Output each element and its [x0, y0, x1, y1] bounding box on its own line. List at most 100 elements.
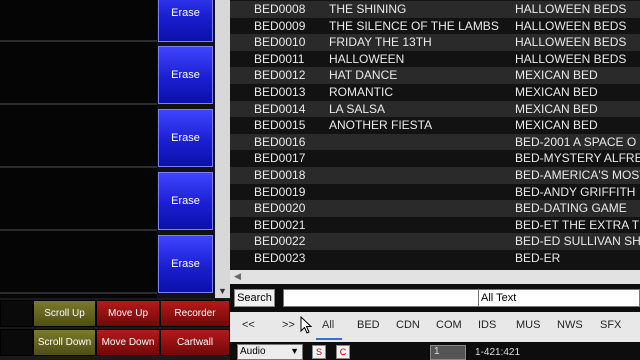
blank-slot — [0, 329, 33, 356]
cart-category: BED-ER — [515, 251, 561, 265]
erase-button-4[interactable]: Erase — [158, 172, 213, 230]
search-button[interactable]: Search — [234, 289, 275, 307]
cart-id: BED0008 — [254, 2, 306, 16]
cart-title: HAT DANCE — [329, 68, 398, 83]
cart-id: BED0012 — [254, 68, 306, 83]
cart-category: BED-ANDY GRIFFITH — [515, 184, 636, 199]
search-input[interactable] — [283, 289, 481, 307]
tab-mus[interactable]: MUS — [516, 319, 540, 331]
library-list: BED0008 THE SHINING HALLOWEEN BEDS BED0009 T… — [230, 0, 640, 270]
tab-nws[interactable]: NWS — [557, 319, 583, 331]
library-row[interactable]: BED0017 BED-MYSTERY ALFRE — [230, 150, 640, 167]
cart-id: BED0023 — [254, 251, 306, 265]
tab-bed[interactable]: BED — [357, 319, 380, 331]
cart-id: BED0014 — [254, 101, 306, 116]
library-row[interactable]: BED0019 BED-ANDY GRIFFITH — [230, 184, 640, 201]
record-range: 1-421:421 — [475, 347, 521, 358]
erase-button-5[interactable]: Erase — [158, 235, 213, 293]
scroll-left-arrow-icon[interactable]: ◀ — [234, 271, 241, 282]
cart-category: BED-ET THE EXTRA T — [515, 217, 640, 232]
cart-id: BED0010 — [254, 35, 306, 50]
cart-title: FRIDAY THE 13TH — [329, 35, 432, 50]
slot-divider — [0, 166, 157, 168]
library-row[interactable]: BED0023 BED-ER — [230, 250, 640, 267]
tab-sfx[interactable]: SFX — [600, 319, 621, 331]
scroll-down-arrow-icon[interactable]: ▼ — [218, 286, 227, 296]
media-type-select[interactable]: Audio ▼ — [237, 344, 303, 360]
library-row[interactable]: BED0015 ANOTHER FIESTA MEXICAN BED — [230, 117, 640, 134]
library-row[interactable]: BED0016 BED-2001 A SPACE O — [230, 133, 640, 151]
cart-title: LA SALSA — [329, 101, 386, 116]
tab-cdn[interactable]: CDN — [396, 319, 420, 331]
search-scope-select[interactable]: All Text — [478, 289, 640, 307]
library-row[interactable]: BED0009 THE SILENCE OF THE LAMBS HALLOWEEN… — [230, 18, 640, 35]
library-row[interactable]: BED0018 BED-AMERICA'S MOST — [230, 167, 640, 184]
erase-button-3[interactable]: Erase — [158, 109, 213, 167]
cart-title: HALLOWEEN — [329, 51, 405, 66]
tab-all[interactable]: All — [322, 319, 334, 331]
library-row[interactable]: BED0013 ROMANTIC MEXICAN BED — [230, 84, 640, 101]
cart-category: MEXICAN BED — [515, 68, 598, 83]
search-bar: Search in All Text — [230, 284, 640, 312]
cart-title: ROMANTIC — [329, 85, 393, 99]
cart-title: THE SHINING — [329, 2, 407, 16]
cart-control-area: Scroll Up Move Up Recorder Scroll Down M… — [0, 298, 230, 360]
slot-divider — [0, 40, 157, 42]
category-tabs: << >> All BED CDN COM IDS MUS NWS SFX — [230, 312, 640, 342]
tab-com[interactable]: COM — [436, 319, 462, 331]
library-row[interactable]: BED0011 HALLOWEEN HALLOWEEN BEDS — [230, 51, 640, 68]
recorder-button[interactable]: Recorder — [160, 300, 230, 327]
move-up-button[interactable]: Move Up — [96, 300, 160, 327]
cart-id: BED0019 — [254, 184, 306, 199]
cart-category: HALLOWEEN BEDS — [515, 2, 627, 16]
cart-category: HALLOWEEN BEDS — [515, 35, 627, 50]
vertical-scrollbar[interactable] — [215, 0, 230, 298]
cart-id: BED0021 — [254, 217, 306, 232]
cart-id: BED0022 — [254, 234, 306, 249]
cart-id: BED0015 — [254, 118, 306, 133]
cart-category: MEXICAN BED — [515, 118, 598, 133]
cart-category: BED-2001 A SPACE O — [515, 134, 637, 149]
slot-divider — [0, 229, 157, 231]
library-row[interactable]: BED0014 LA SALSA MEXICAN BED — [230, 100, 640, 118]
library-row[interactable]: BED0008 THE SHINING HALLOWEEN BEDS — [230, 1, 640, 18]
library-row[interactable]: BED0010 FRIDAY THE 13TH HALLOWEEN BEDS — [230, 34, 640, 51]
media-type-value: Audio — [240, 346, 266, 357]
page-select[interactable]: 1 — [430, 345, 466, 360]
library-row[interactable]: BED0021 BED-ET THE EXTRA T — [230, 217, 640, 234]
scroll-up-button[interactable]: Scroll Up — [33, 300, 96, 327]
move-down-button[interactable]: Move Down — [96, 329, 160, 356]
slot-divider — [0, 103, 157, 105]
library-row[interactable]: BED0012 HAT DANCE MEXICAN BED — [230, 67, 640, 84]
cart-category: BED-ED SULLIVAN SH — [515, 234, 640, 249]
horizontal-scrollbar[interactable]: ◀ — [230, 270, 640, 284]
active-tab-indicator — [316, 338, 342, 340]
cart-id: BED0018 — [254, 168, 306, 182]
erase-button-1[interactable]: Erase — [158, 0, 213, 42]
cart-category: BED-AMERICA'S MOST — [515, 168, 640, 182]
cart-category: MEXICAN BED — [515, 101, 598, 116]
cart-category: BED-MYSTERY ALFRE — [515, 151, 640, 166]
cart-category: HALLOWEEN BEDS — [515, 18, 627, 33]
cart-category: HALLOWEEN BEDS — [515, 51, 627, 66]
tab-next[interactable]: >> — [282, 319, 295, 331]
bottom-controls: Audio ▼ S C 1 1-421:421 — [230, 342, 640, 360]
tab-ids[interactable]: IDS — [478, 319, 496, 331]
library-row[interactable]: BED0022 BED-ED SULLIVAN SH — [230, 233, 640, 250]
cartwall-button[interactable]: Cartwall — [160, 329, 230, 356]
cart-title: THE SILENCE OF THE LAMBS — [329, 18, 499, 33]
s-button[interactable]: S — [312, 345, 326, 359]
scroll-down-button[interactable]: Scroll Down — [33, 329, 96, 356]
cart-id: BED0013 — [254, 85, 306, 99]
slot-divider — [0, 292, 157, 294]
tab-prev[interactable]: << — [242, 319, 255, 331]
cart-category: BED-DATING GAME — [515, 201, 627, 216]
c-button[interactable]: C — [336, 345, 350, 359]
chevron-down-icon: ▼ — [290, 346, 299, 356]
erase-button-2[interactable]: Erase — [158, 46, 213, 104]
cart-id: BED0009 — [254, 18, 306, 33]
library-row[interactable]: BED0020 BED-DATING GAME — [230, 200, 640, 217]
cart-title: ANOTHER FIESTA — [329, 118, 433, 133]
search-scope-label: in — [461, 293, 470, 305]
blank-slot — [0, 300, 33, 327]
